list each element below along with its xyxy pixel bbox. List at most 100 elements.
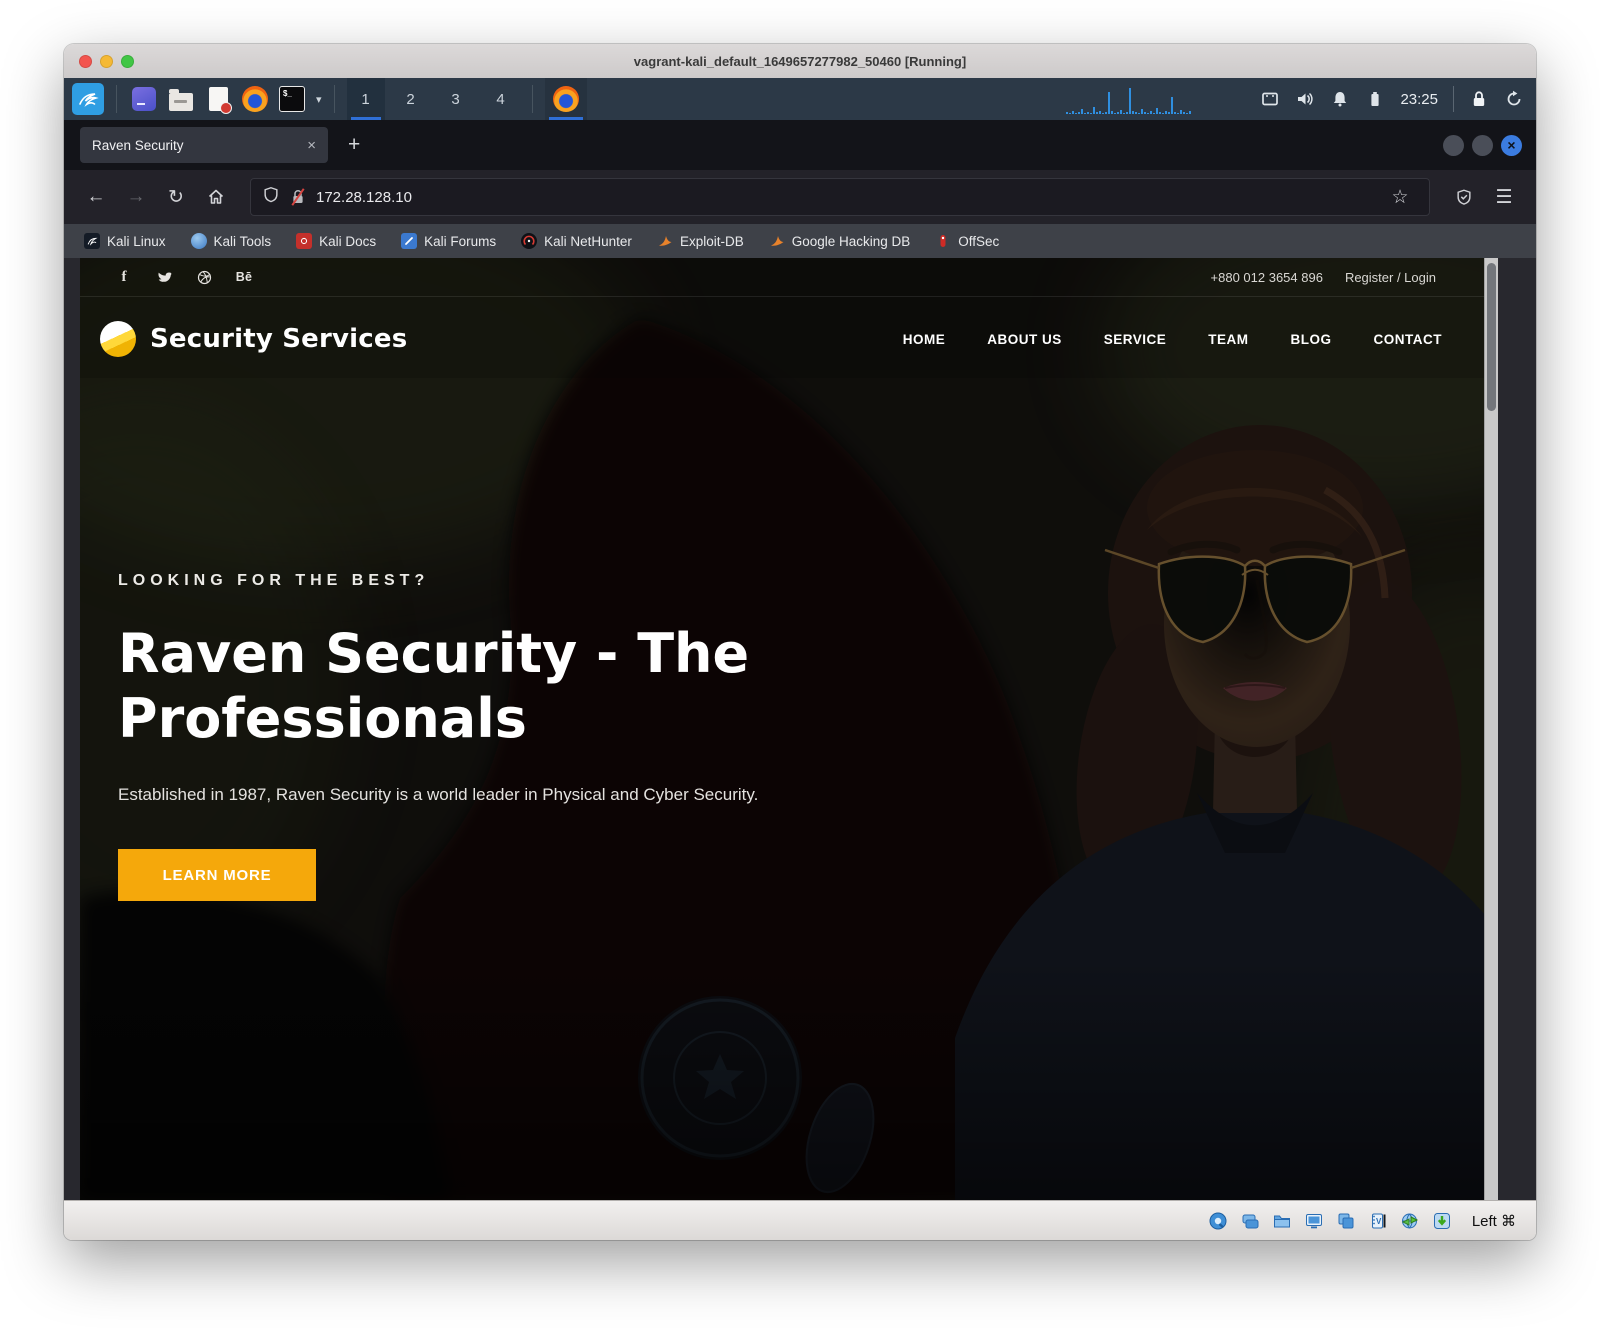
bookmark-label: Kali Docs <box>319 234 376 249</box>
chevron-down-icon[interactable]: ▾ <box>316 93 322 106</box>
tracking-shield-icon[interactable] <box>262 185 280 209</box>
screenshot-stage: vagrant-kali_default_1649657277982_50460… <box>0 0 1600 1338</box>
tab-close-icon[interactable]: × <box>307 137 316 154</box>
bookmark-label: Kali Linux <box>107 234 166 249</box>
hdd-status-icon[interactable] <box>1208 1210 1229 1231</box>
nav-about-us[interactable]: ABOUT US <box>987 332 1062 347</box>
facebook-icon[interactable]: f <box>116 269 132 285</box>
reload-button[interactable]: ↻ <box>158 180 194 214</box>
panel-separator <box>532 85 533 113</box>
bookmark-kali-docs[interactable]: Kali Docs <box>296 233 376 249</box>
vbox-status-bar: V Left ⌘ <box>64 1200 1536 1240</box>
site-topbar: f Bē +880 012 3654 896 Register / Logi <box>80 258 1498 297</box>
terminal-icon: $_ <box>279 86 305 112</box>
nav-team[interactable]: TEAM <box>1208 332 1248 347</box>
register-login-link[interactable]: Register / Login <box>1345 270 1436 285</box>
firefox-icon <box>242 86 268 112</box>
workspace-1[interactable]: 1 <box>347 78 385 120</box>
topbar-right: +880 012 3654 896 Register / Login <box>1211 270 1436 285</box>
new-tab-button[interactable]: + <box>348 133 360 157</box>
display-tray-icon[interactable] <box>1260 89 1280 109</box>
hero-kicker: LOOKING FOR THE BEST? <box>118 572 848 590</box>
tab-bar: Raven Security × + × <box>64 120 1536 170</box>
tab-raven-security[interactable]: Raven Security × <box>80 127 328 163</box>
display-status-icon[interactable] <box>1304 1210 1325 1231</box>
workspace-3[interactable]: 3 <box>437 78 475 120</box>
social-links: f Bē <box>116 269 252 285</box>
site-logo[interactable] <box>100 321 136 357</box>
minimize-window-button[interactable] <box>100 55 113 68</box>
nav-contact[interactable]: CONTACT <box>1374 332 1443 347</box>
learn-more-button[interactable]: LEARN MORE <box>118 849 316 901</box>
bookmark-label: Kali Tools <box>214 234 272 249</box>
site-nav: HOME ABOUT US SERVICE TEAM BLOG CONTACT <box>903 332 1442 347</box>
network-status-icon[interactable] <box>1400 1210 1421 1231</box>
bookmark-label: Exploit-DB <box>680 234 744 249</box>
browser-close-button[interactable]: × <box>1501 135 1522 156</box>
browser-minimize-button[interactable] <box>1443 135 1464 156</box>
notifications-bell-icon[interactable] <box>1330 89 1350 109</box>
bookmark-kali-tools[interactable]: Kali Tools <box>191 233 272 249</box>
url-bar[interactable]: 172.28.128.10 ☆ <box>250 178 1430 216</box>
nav-home[interactable]: HOME <box>903 332 946 347</box>
site-header: Security Services HOME ABOUT US SERVICE … <box>80 297 1498 381</box>
protections-shield-icon[interactable] <box>1446 180 1482 214</box>
nav-service[interactable]: SERVICE <box>1104 332 1167 347</box>
kali-menu-button[interactable] <box>72 83 104 115</box>
clock[interactable]: 23:25 <box>1400 91 1438 108</box>
bookmark-exploit-db[interactable]: Exploit-DB <box>657 233 744 249</box>
bookmarks-toolbar: Kali Linux Kali Tools Kali Docs Kal <box>64 224 1536 258</box>
site-brand[interactable]: Security Services <box>150 324 407 354</box>
menu-hamburger-icon[interactable]: ☰ <box>1486 180 1522 214</box>
close-window-button[interactable] <box>79 55 92 68</box>
bookmark-google-hacking-db[interactable]: Google Hacking DB <box>769 233 911 249</box>
traffic-lights <box>79 55 134 68</box>
tab-title: Raven Security <box>92 138 299 153</box>
home-button[interactable] <box>198 180 234 214</box>
bookmark-star-icon[interactable]: ☆ <box>1382 180 1418 214</box>
insecure-lock-icon[interactable] <box>290 188 306 206</box>
exploit-db-icon <box>657 233 673 249</box>
file-manager-launcher[interactable] <box>166 84 196 114</box>
page-scrollbar[interactable] <box>1484 258 1498 1200</box>
browser-maximize-button[interactable] <box>1472 135 1493 156</box>
bookmark-kali-forums[interactable]: Kali Forums <box>401 233 496 249</box>
kali-forums-icon <box>401 233 417 249</box>
cpu-graph[interactable] <box>1066 84 1241 114</box>
firefox-launcher[interactable] <box>240 84 270 114</box>
text-editor-launcher[interactable] <box>203 84 233 114</box>
updates-status-icon[interactable] <box>1432 1210 1453 1231</box>
zoom-window-button[interactable] <box>121 55 134 68</box>
show-desktop-button[interactable] <box>129 84 159 114</box>
optical-drive-status-icon[interactable] <box>1240 1210 1261 1231</box>
volume-tray-icon[interactable] <box>1295 89 1315 109</box>
taskbar-firefox-window[interactable] <box>545 78 587 120</box>
url-text[interactable]: 172.28.128.10 <box>316 189 1372 206</box>
logout-icon[interactable] <box>1504 89 1524 109</box>
back-button[interactable]: ← <box>78 180 114 214</box>
bookmark-kali-linux[interactable]: Kali Linux <box>84 233 166 249</box>
bookmark-label: Kali Forums <box>424 234 496 249</box>
shared-clipboard-status-icon[interactable] <box>1336 1210 1357 1231</box>
behance-icon[interactable]: Bē <box>236 269 252 285</box>
document-icon <box>209 87 228 111</box>
shared-folders-status-icon[interactable] <box>1272 1210 1293 1231</box>
forward-button[interactable]: → <box>118 180 154 214</box>
kali-dragon-icon <box>77 88 99 110</box>
battery-tray-icon[interactable] <box>1365 89 1385 109</box>
workspace-4[interactable]: 4 <box>482 78 520 120</box>
firefox-window: Raven Security × + × ← → ↻ <box>64 120 1536 1200</box>
workspace-2[interactable]: 2 <box>392 78 430 120</box>
lock-screen-icon[interactable] <box>1469 89 1489 109</box>
scrollbar-thumb[interactable] <box>1487 263 1496 411</box>
twitter-icon[interactable] <box>156 269 172 285</box>
bookmark-label: Google Hacking DB <box>792 234 911 249</box>
terminal-launcher[interactable]: $_ <box>277 84 307 114</box>
nav-blog[interactable]: BLOG <box>1291 332 1332 347</box>
kali-tools-icon <box>191 233 207 249</box>
panel-separator <box>334 85 335 113</box>
bookmark-kali-nethunter[interactable]: Kali NetHunter <box>521 233 632 249</box>
bookmark-offsec[interactable]: OffSec <box>935 233 999 249</box>
machine-log-status-icon[interactable]: V <box>1368 1210 1389 1231</box>
dribbble-icon[interactable] <box>196 269 212 285</box>
